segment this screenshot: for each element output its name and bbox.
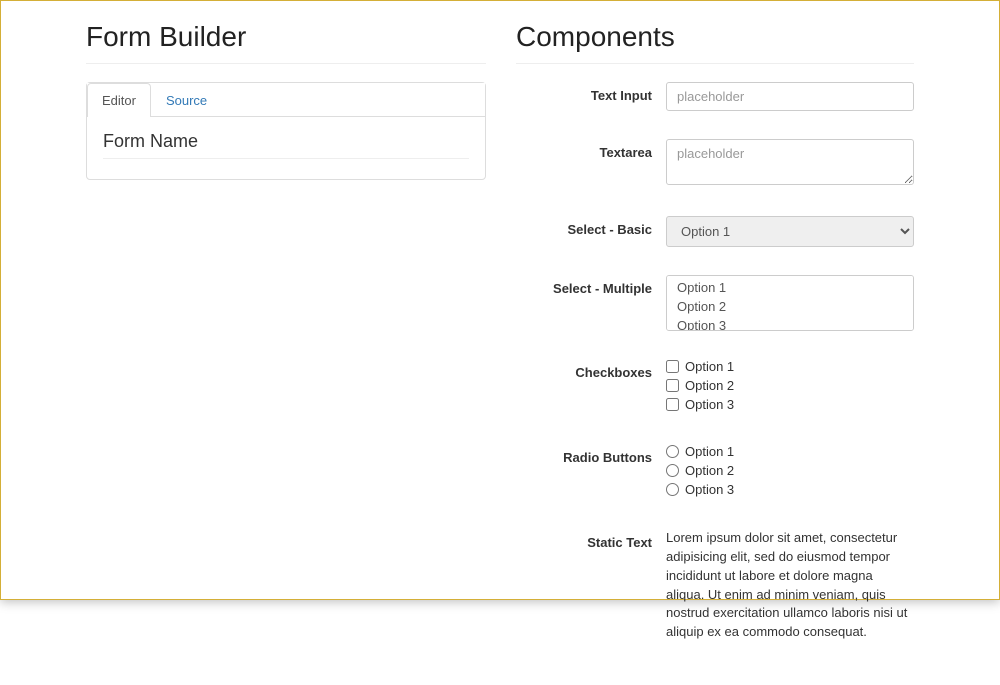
- form-builder-title: Form Builder: [86, 21, 486, 53]
- component-select-multiple[interactable]: Select - Multiple Option 1 Option 2 Opti…: [516, 275, 914, 331]
- radio-option[interactable]: [666, 464, 679, 477]
- label-text-input: Text Input: [516, 82, 666, 103]
- tab-editor[interactable]: Editor: [87, 83, 151, 117]
- checkbox-option[interactable]: [666, 379, 679, 392]
- divider: [516, 63, 914, 64]
- select-basic[interactable]: Option 1: [666, 216, 914, 247]
- select-multi-option[interactable]: Option 1: [671, 278, 909, 297]
- component-static-text[interactable]: Static Text Lorem ipsum dolor sit amet, …: [516, 529, 914, 642]
- select-multiple[interactable]: Option 1 Option 2 Option 3: [666, 275, 914, 331]
- checkbox-label: Option 3: [685, 397, 734, 412]
- radio-label: Option 3: [685, 482, 734, 497]
- label-radios: Radio Buttons: [516, 444, 666, 465]
- component-select-basic[interactable]: Select - Basic Option 1: [516, 216, 914, 247]
- radio-option[interactable]: [666, 445, 679, 458]
- label-select-basic: Select - Basic: [516, 216, 666, 237]
- checkbox-label: Option 1: [685, 359, 734, 374]
- components-title: Components: [516, 21, 914, 53]
- checkbox-label: Option 2: [685, 378, 734, 393]
- tab-source[interactable]: Source: [151, 83, 222, 117]
- static-text-content: Lorem ipsum dolor sit amet, consectetur …: [666, 529, 914, 642]
- radio-label: Option 2: [685, 463, 734, 478]
- label-select-multiple: Select - Multiple: [516, 275, 666, 296]
- radio-option[interactable]: [666, 483, 679, 496]
- component-checkboxes[interactable]: Checkboxes Option 1 Option 2 Option 3: [516, 359, 914, 416]
- textarea-input[interactable]: [666, 139, 914, 185]
- editor-panel: Editor Source Form Name: [86, 82, 486, 180]
- select-multi-option[interactable]: Option 2: [671, 297, 909, 316]
- tab-bar: Editor Source: [87, 83, 485, 117]
- text-input[interactable]: [666, 82, 914, 111]
- label-static-text: Static Text: [516, 529, 666, 550]
- form-name-field[interactable]: Form Name: [103, 131, 469, 159]
- divider: [86, 63, 486, 64]
- label-checkboxes: Checkboxes: [516, 359, 666, 380]
- component-text-input[interactable]: Text Input: [516, 82, 914, 111]
- select-multi-option[interactable]: Option 3: [671, 316, 909, 331]
- checkbox-option[interactable]: [666, 398, 679, 411]
- checkbox-option[interactable]: [666, 360, 679, 373]
- label-textarea: Textarea: [516, 139, 666, 160]
- component-textarea[interactable]: Textarea: [516, 139, 914, 188]
- component-radios[interactable]: Radio Buttons Option 1 Option 2 Option 3: [516, 444, 914, 501]
- radio-label: Option 1: [685, 444, 734, 459]
